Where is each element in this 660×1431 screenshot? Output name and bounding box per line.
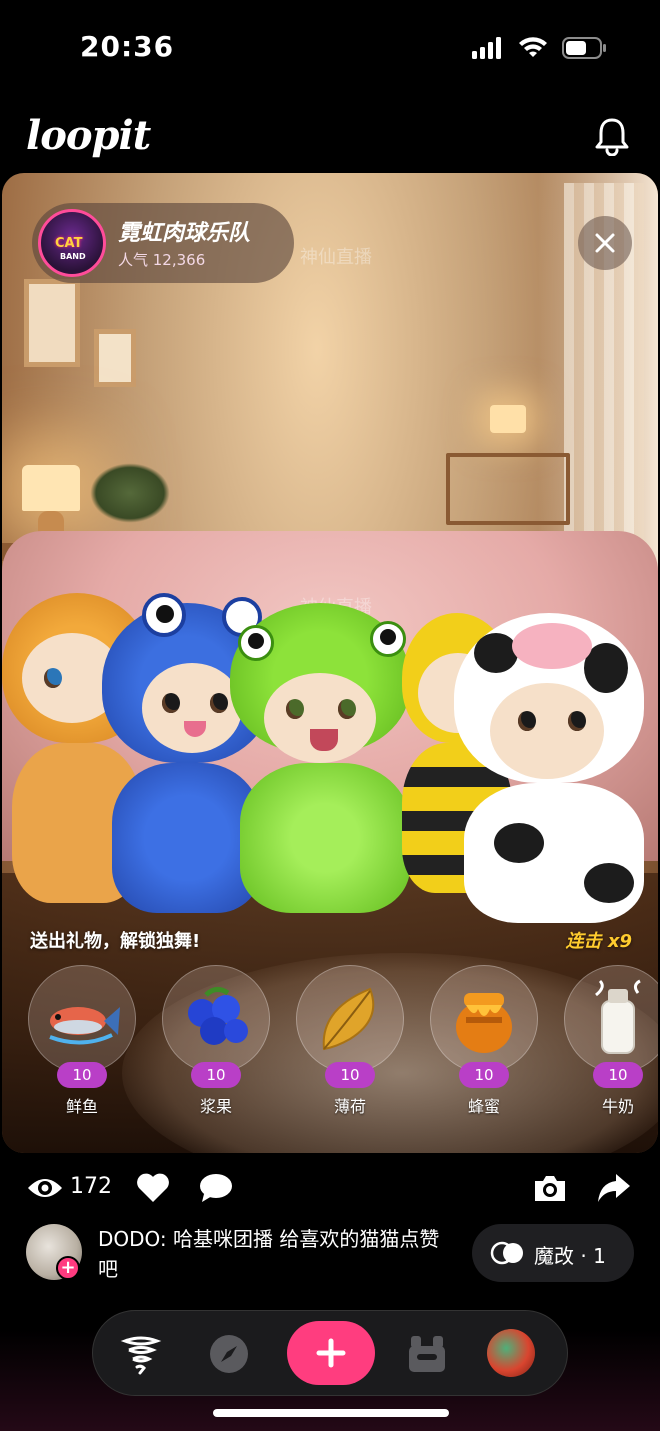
live-video-card[interactable]: 神仙直播 神仙直播: [2, 173, 658, 1153]
heart-icon[interactable]: [136, 1172, 170, 1204]
host-badge[interactable]: CAT BAND 霓虹肉球乐队 人气 12,366: [32, 203, 294, 283]
battery-icon: [562, 37, 606, 59]
gift-prompt: 送出礼物，解锁独舞!: [30, 931, 201, 952]
host-popularity: 人气 12,366: [118, 251, 206, 269]
remix-label: 魔改 · 1: [534, 1244, 606, 1268]
close-button[interactable]: [578, 216, 632, 270]
cellular-signal-icon: [472, 37, 501, 59]
gift-name: 薄荷: [333, 1097, 366, 1116]
gift-item-mint[interactable]: 10 薄荷: [296, 965, 404, 1135]
milk-bottle-icon: [595, 979, 641, 1054]
bottom-nav: [92, 1310, 568, 1396]
gift-item-honey[interactable]: 10 蜂蜜: [430, 965, 538, 1135]
remix-icon: [490, 1241, 523, 1265]
home-indicator: [213, 1409, 449, 1417]
gift-item-berries[interactable]: 10 浆果: [162, 965, 270, 1135]
cow-costume-cat: [434, 603, 658, 923]
honey-pot-icon: [456, 993, 512, 1053]
tornado-icon[interactable]: [119, 1332, 163, 1376]
comment-text: DODO: 哈基咪团播 给喜欢的猫猫点赞吧: [98, 1227, 440, 1281]
app-header: loopit: [0, 100, 660, 172]
gift-item-fish[interactable]: 10 鲜鱼: [28, 965, 136, 1135]
action-row: 172: [0, 1160, 660, 1216]
host-avatar-logo-text: CAT: [55, 236, 83, 251]
wall-picture-frame: [24, 279, 80, 367]
status-icons: [472, 36, 608, 60]
green-dinosaur-costume-cat: [220, 603, 420, 923]
comment-icon[interactable]: [198, 1172, 234, 1204]
eye-icon[interactable]: [26, 1174, 64, 1202]
camera-icon[interactable]: [532, 1172, 568, 1204]
gift-item-milk[interactable]: 10 牛奶: [564, 965, 658, 1135]
host-avatar[interactable]: CAT BAND: [38, 209, 106, 277]
bell-icon[interactable]: [594, 116, 630, 156]
gift-price: 10: [325, 1062, 375, 1088]
host-name: 霓虹肉球乐队: [118, 221, 251, 246]
gift-name: 浆果: [199, 1097, 232, 1116]
gift-price: 10: [459, 1062, 509, 1088]
remix-button[interactable]: 魔改 · 1: [472, 1224, 634, 1282]
wifi-icon: [519, 37, 547, 57]
create-button[interactable]: [287, 1321, 375, 1385]
leaf-icon: [322, 987, 375, 1051]
potted-plant: [90, 463, 170, 523]
view-count: 172: [70, 1174, 112, 1199]
status-time: 20:36: [80, 30, 175, 63]
watermark: 神仙直播: [300, 247, 372, 268]
fish-icon: [49, 1007, 120, 1045]
wall-picture-frame: [94, 329, 136, 387]
berries-icon: [188, 987, 248, 1045]
gift-price: 10: [593, 1062, 643, 1088]
wall-shelf: [446, 453, 570, 525]
gift-name: 牛奶: [601, 1097, 634, 1116]
gift-name: 鲜鱼: [65, 1097, 98, 1116]
gift-price: 10: [191, 1062, 241, 1088]
follow-plus-button[interactable]: +: [56, 1256, 80, 1280]
close-icon: [595, 233, 615, 253]
profile-avatar[interactable]: [487, 1329, 535, 1377]
host-avatar-logo-subtext: BAND: [60, 252, 86, 261]
plus-icon: [316, 1338, 346, 1368]
share-icon[interactable]: [596, 1172, 632, 1204]
app-logo: loopit: [26, 112, 151, 159]
compass-icon[interactable]: [207, 1332, 251, 1376]
gift-name: 蜂蜜: [467, 1097, 500, 1116]
bot-icon[interactable]: [405, 1332, 449, 1376]
shelf-lamp: [490, 405, 526, 433]
gift-price: 10: [57, 1062, 107, 1088]
status-bar: 20:36: [0, 0, 660, 100]
table-lamp: [22, 465, 80, 511]
combo-counter: 连击 x9: [565, 931, 632, 952]
